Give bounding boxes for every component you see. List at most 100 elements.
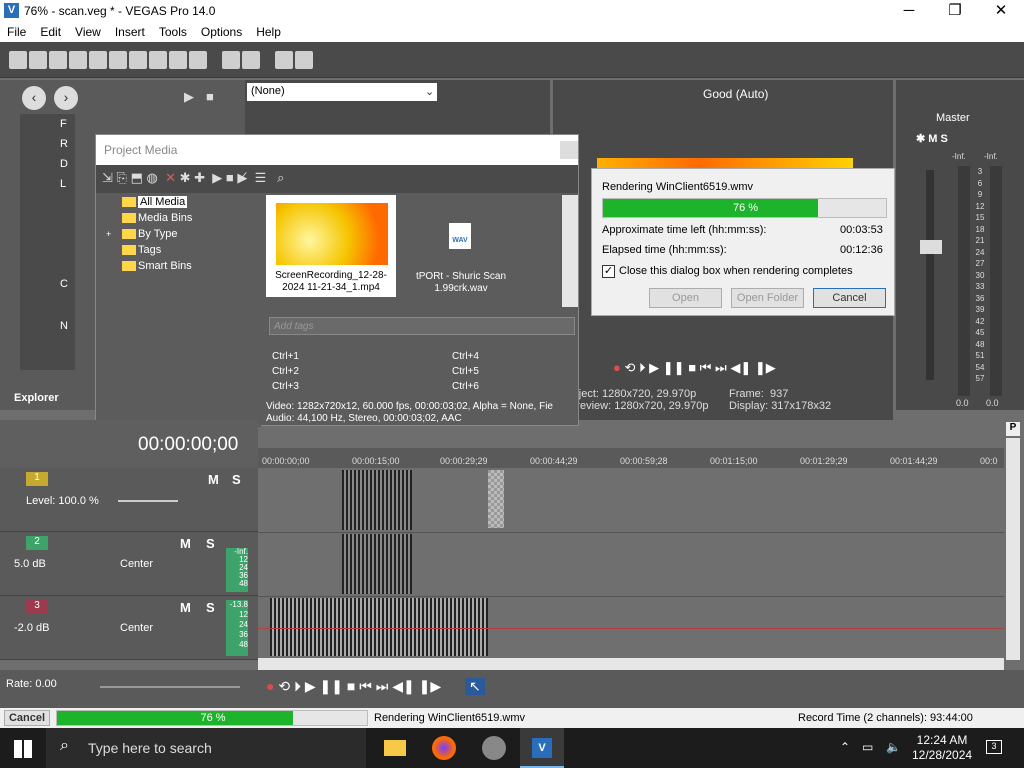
explorer-tab[interactable]: Explorer bbox=[14, 392, 59, 404]
mute-button[interactable]: M bbox=[180, 600, 191, 615]
tree-item[interactable]: F bbox=[60, 118, 67, 130]
paste-icon[interactable] bbox=[169, 51, 187, 69]
file-explorer-icon[interactable] bbox=[384, 740, 406, 756]
redo-icon[interactable] bbox=[242, 51, 260, 69]
cut-icon[interactable] bbox=[129, 51, 147, 69]
play-icon[interactable]: ▶ bbox=[649, 360, 659, 375]
get-media-icon[interactable]: ⬒ bbox=[131, 170, 143, 185]
menu-file[interactable]: File bbox=[0, 23, 33, 39]
go-end-icon[interactable]: ⏭ bbox=[376, 678, 389, 694]
clock[interactable]: 12:24 AM 12/28/2024 bbox=[912, 733, 972, 763]
stop-icon[interactable]: ■ bbox=[688, 360, 696, 375]
loop-icon[interactable]: ⟲ bbox=[278, 678, 290, 694]
cancel-button[interactable]: Cancel bbox=[813, 288, 886, 308]
tree-item[interactable]: C bbox=[60, 278, 68, 290]
solo-button[interactable]: S bbox=[941, 133, 948, 145]
loop-icon[interactable]: ⟲ bbox=[624, 360, 635, 375]
capture-icon[interactable]: ⎘ bbox=[117, 170, 127, 185]
web-icon[interactable]: ◍ bbox=[146, 170, 157, 185]
plugin-icon[interactable] bbox=[275, 51, 293, 69]
status-cancel-button[interactable]: Cancel bbox=[4, 710, 50, 726]
tree-by-type[interactable]: By Type bbox=[138, 228, 178, 240]
tree-item[interactable]: D bbox=[60, 158, 68, 170]
normal-edit-tool-icon[interactable]: ↖ bbox=[465, 678, 485, 695]
import-icon[interactable]: ⇲ bbox=[102, 170, 113, 185]
go-start-icon[interactable]: ⏮ bbox=[359, 678, 372, 694]
track-number[interactable]: 2 bbox=[26, 536, 48, 550]
tree-media-bins[interactable]: Media Bins bbox=[138, 212, 192, 224]
menu-edit[interactable]: Edit bbox=[33, 23, 68, 39]
tree-item[interactable]: R bbox=[60, 138, 68, 150]
plugin-icon[interactable]: ✚ bbox=[194, 170, 205, 185]
undo-icon[interactable] bbox=[222, 51, 240, 69]
solo-button[interactable]: S bbox=[206, 600, 215, 615]
shortcut-item[interactable]: Ctrl+6 bbox=[452, 379, 479, 394]
tree-tags[interactable]: Tags bbox=[138, 244, 161, 256]
minimize-button[interactable]: ─ bbox=[886, 0, 932, 23]
forward-icon[interactable]: › bbox=[54, 86, 78, 110]
tree-all-media[interactable]: All Media bbox=[138, 196, 188, 208]
pause-icon[interactable]: ❚❚ bbox=[663, 360, 685, 375]
shortcut-item[interactable]: Ctrl+4 bbox=[452, 349, 479, 364]
firefox-icon[interactable] bbox=[432, 736, 456, 760]
back-icon[interactable]: ‹ bbox=[22, 86, 46, 110]
play-icon[interactable]: ▶ bbox=[305, 678, 316, 694]
tree-item[interactable]: L bbox=[60, 178, 66, 190]
close-icon[interactable] bbox=[560, 141, 578, 159]
close-button[interactable]: ✕ bbox=[978, 0, 1024, 23]
solo-button[interactable]: S bbox=[206, 536, 215, 551]
views-icon[interactable]: ☰ bbox=[255, 170, 267, 185]
volume-envelope[interactable] bbox=[258, 628, 1004, 629]
tree-item[interactable]: N bbox=[60, 320, 68, 332]
record-icon[interactable]: ● bbox=[613, 360, 621, 375]
new-icon[interactable] bbox=[9, 51, 27, 69]
play-from-start-icon[interactable]: ⏵ bbox=[294, 678, 301, 694]
chevron-up-icon[interactable]: ⌃ bbox=[840, 740, 850, 754]
level-slider[interactable] bbox=[118, 500, 178, 502]
go-end-icon[interactable]: ⏭ bbox=[715, 360, 727, 375]
audio-clip[interactable] bbox=[342, 534, 412, 594]
pause-icon[interactable]: ❚❚ bbox=[320, 678, 343, 694]
shortcut-item[interactable]: Ctrl+1 bbox=[272, 349, 299, 364]
play-icon[interactable]: ▶ bbox=[184, 89, 194, 105]
app-icon[interactable] bbox=[482, 736, 506, 760]
stop-icon[interactable]: ■ bbox=[347, 678, 355, 694]
prev-frame-icon[interactable]: ◀❚ bbox=[730, 360, 751, 375]
menu-view[interactable]: View bbox=[68, 23, 108, 39]
play-icon[interactable]: ▶ bbox=[212, 170, 222, 185]
tree-smart-bins[interactable]: Smart Bins bbox=[138, 260, 192, 272]
rate-slider[interactable] bbox=[100, 686, 240, 688]
mute-button[interactable]: M bbox=[180, 536, 191, 551]
go-start-icon[interactable]: ⏮ bbox=[700, 360, 712, 375]
taskbar-search[interactable]: ⌕ Type here to search bbox=[46, 728, 366, 768]
shortcut-item[interactable]: Ctrl+5 bbox=[452, 364, 479, 379]
shortcut-item[interactable]: Ctrl+3 bbox=[272, 379, 299, 394]
next-frame-icon[interactable]: ❚▶ bbox=[419, 678, 442, 694]
save-icon[interactable] bbox=[49, 51, 67, 69]
tree-expander[interactable]: + bbox=[106, 229, 111, 239]
track-number[interactable]: 1 bbox=[26, 472, 48, 486]
notification-icon[interactable]: 3 bbox=[986, 740, 1002, 754]
media-item-video[interactable]: ScreenRecording_12-28-2024 11-21-34_1.mp… bbox=[266, 195, 396, 297]
menu-tools[interactable]: Tools bbox=[152, 23, 194, 39]
volume-icon[interactable]: 🔈 bbox=[886, 740, 901, 754]
next-frame-icon[interactable]: ❚▶ bbox=[755, 360, 776, 375]
open-icon[interactable] bbox=[29, 51, 47, 69]
copy-icon[interactable] bbox=[149, 51, 167, 69]
delete-icon[interactable] bbox=[189, 51, 207, 69]
properties-icon[interactable]: ✱ bbox=[180, 170, 191, 185]
record-icon[interactable]: ● bbox=[266, 678, 274, 694]
video-clip-selected[interactable] bbox=[488, 470, 504, 528]
open-button[interactable]: Open bbox=[649, 288, 722, 308]
solo-button[interactable]: S bbox=[232, 472, 241, 487]
marker-p[interactable]: P bbox=[1006, 422, 1020, 436]
remove-icon[interactable]: ✕ bbox=[165, 170, 176, 185]
add-tags-input[interactable]: Add tags bbox=[269, 317, 575, 335]
menu-insert[interactable]: Insert bbox=[108, 23, 152, 39]
fx-icon[interactable]: ✱ bbox=[916, 133, 925, 145]
timeline-vscroll[interactable] bbox=[1006, 438, 1020, 660]
prev-frame-icon[interactable]: ◀❚ bbox=[392, 678, 415, 694]
maximize-button[interactable]: ❐ bbox=[932, 0, 978, 23]
master-fader[interactable] bbox=[920, 240, 942, 254]
mute-button[interactable]: M bbox=[208, 472, 219, 487]
